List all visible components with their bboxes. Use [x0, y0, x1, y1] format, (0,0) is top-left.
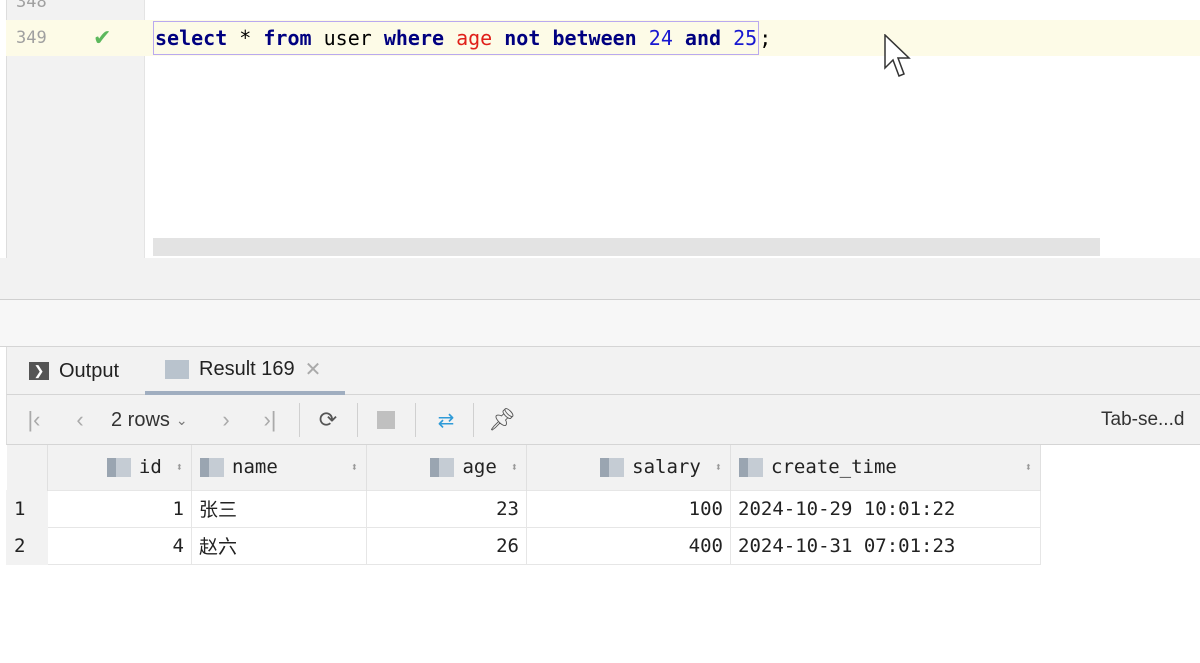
tab-result[interactable]: Result 169 ✕	[145, 347, 345, 395]
column-header-create-time[interactable]: create_time ⬍	[730, 445, 1041, 490]
horizontal-scrollbar[interactable]	[153, 238, 1100, 256]
previous-page-icon[interactable]: ‹	[65, 395, 95, 445]
row-number[interactable]: 2	[6, 526, 48, 565]
semicolon: ;	[759, 26, 772, 50]
table-icon	[165, 359, 189, 379]
line-number: 349	[16, 28, 47, 48]
sort-icon[interactable]: ⬍	[511, 460, 518, 474]
sort-icon[interactable]: ⬍	[715, 460, 722, 474]
code-token: 25	[733, 26, 758, 50]
cell-name[interactable]: 赵六	[191, 526, 367, 565]
column-header-age[interactable]: age ⬍	[366, 445, 527, 490]
sql-statement[interactable]: select * from user where age not between…	[153, 21, 760, 55]
cell-age[interactable]: 26	[366, 526, 527, 565]
stop-icon[interactable]	[371, 395, 401, 445]
editor-footer	[0, 258, 1200, 300]
table-row[interactable]: 2 4 赵六 26 400 2024-10-31 07:01:23	[6, 526, 1041, 565]
column-icon	[739, 457, 763, 477]
panel-splitter[interactable]	[0, 300, 1200, 347]
code-token: select	[155, 26, 228, 50]
cell-salary[interactable]: 400	[526, 526, 731, 565]
close-icon[interactable]: ✕	[305, 357, 322, 382]
tab-output[interactable]: ❯ Output	[29, 347, 119, 395]
column-icon	[200, 457, 224, 477]
mouse-cursor-icon	[884, 34, 911, 77]
compare-icon[interactable]: ⇄	[429, 395, 463, 445]
header-row: id ⬍ name ⬍ age ⬍ salary ⬍ create_time ⬍	[6, 445, 1041, 490]
row-number[interactable]: 1	[6, 489, 48, 528]
column-header-salary[interactable]: salary ⬍	[526, 445, 731, 490]
code-token: user	[323, 26, 372, 50]
cell-id[interactable]: 4	[47, 526, 192, 565]
chevron-down-icon: ⌄	[175, 411, 188, 428]
last-page-icon[interactable]: ›|	[255, 395, 285, 445]
code-token: where	[383, 26, 445, 50]
sort-icon[interactable]: ⬍	[176, 460, 183, 474]
code-token: not	[504, 26, 541, 50]
pin-icon[interactable]: 📌︎	[487, 395, 517, 445]
code-token: age	[456, 26, 493, 50]
sort-icon[interactable]: ⬍	[1025, 460, 1032, 474]
column-icon	[600, 457, 625, 477]
code-token: from	[263, 26, 312, 50]
results-toolbar: |‹ ‹ 2 rows ⌄ › ›| ⟳ ⇄ 📌︎ Tab-se...d	[6, 395, 1200, 445]
code-token: 24	[648, 26, 673, 50]
rows-dropdown[interactable]: 2 rows ⌄	[111, 395, 201, 445]
cell-salary[interactable]: 100	[526, 489, 731, 528]
results-tab-bar: ❯ Output Result 169 ✕	[6, 347, 1200, 395]
refresh-icon[interactable]: ⟳	[313, 395, 343, 445]
tab-result-label: Result 169	[199, 357, 295, 380]
check-icon: ✔	[93, 25, 112, 50]
results-grid: id ⬍ name ⬍ age ⬍ salary ⬍ create_time ⬍ 1 1 …	[6, 445, 1041, 565]
tab-separated-format-button[interactable]: Tab-se...d	[1101, 395, 1184, 445]
column-header-name[interactable]: name ⬍	[191, 445, 367, 490]
code-token: between	[552, 26, 637, 50]
tab-output-label: Output	[59, 359, 120, 382]
column-icon	[430, 457, 455, 477]
next-page-icon[interactable]: ›	[211, 395, 241, 445]
line-number: 348	[16, 0, 47, 12]
cell-age[interactable]: 23	[366, 489, 527, 528]
code-token: and	[684, 26, 722, 50]
table-row[interactable]: 1 1 张三 23 100 2024-10-29 10:01:22	[6, 489, 1041, 528]
cell-name[interactable]: 张三	[191, 489, 367, 528]
sort-icon[interactable]: ⬍	[351, 460, 358, 474]
code-token: *	[239, 26, 252, 50]
rows-label: 2 rows	[111, 408, 170, 431]
column-icon	[106, 457, 131, 477]
cell-id[interactable]: 1	[47, 489, 192, 528]
first-page-icon[interactable]: |‹	[19, 395, 49, 445]
cell-create-time[interactable]: 2024-10-31 07:01:23	[730, 526, 1041, 565]
console-icon: ❯	[29, 362, 49, 380]
column-header-id[interactable]: id ⬍	[47, 445, 192, 490]
cell-create-time[interactable]: 2024-10-29 10:01:22	[730, 489, 1041, 528]
